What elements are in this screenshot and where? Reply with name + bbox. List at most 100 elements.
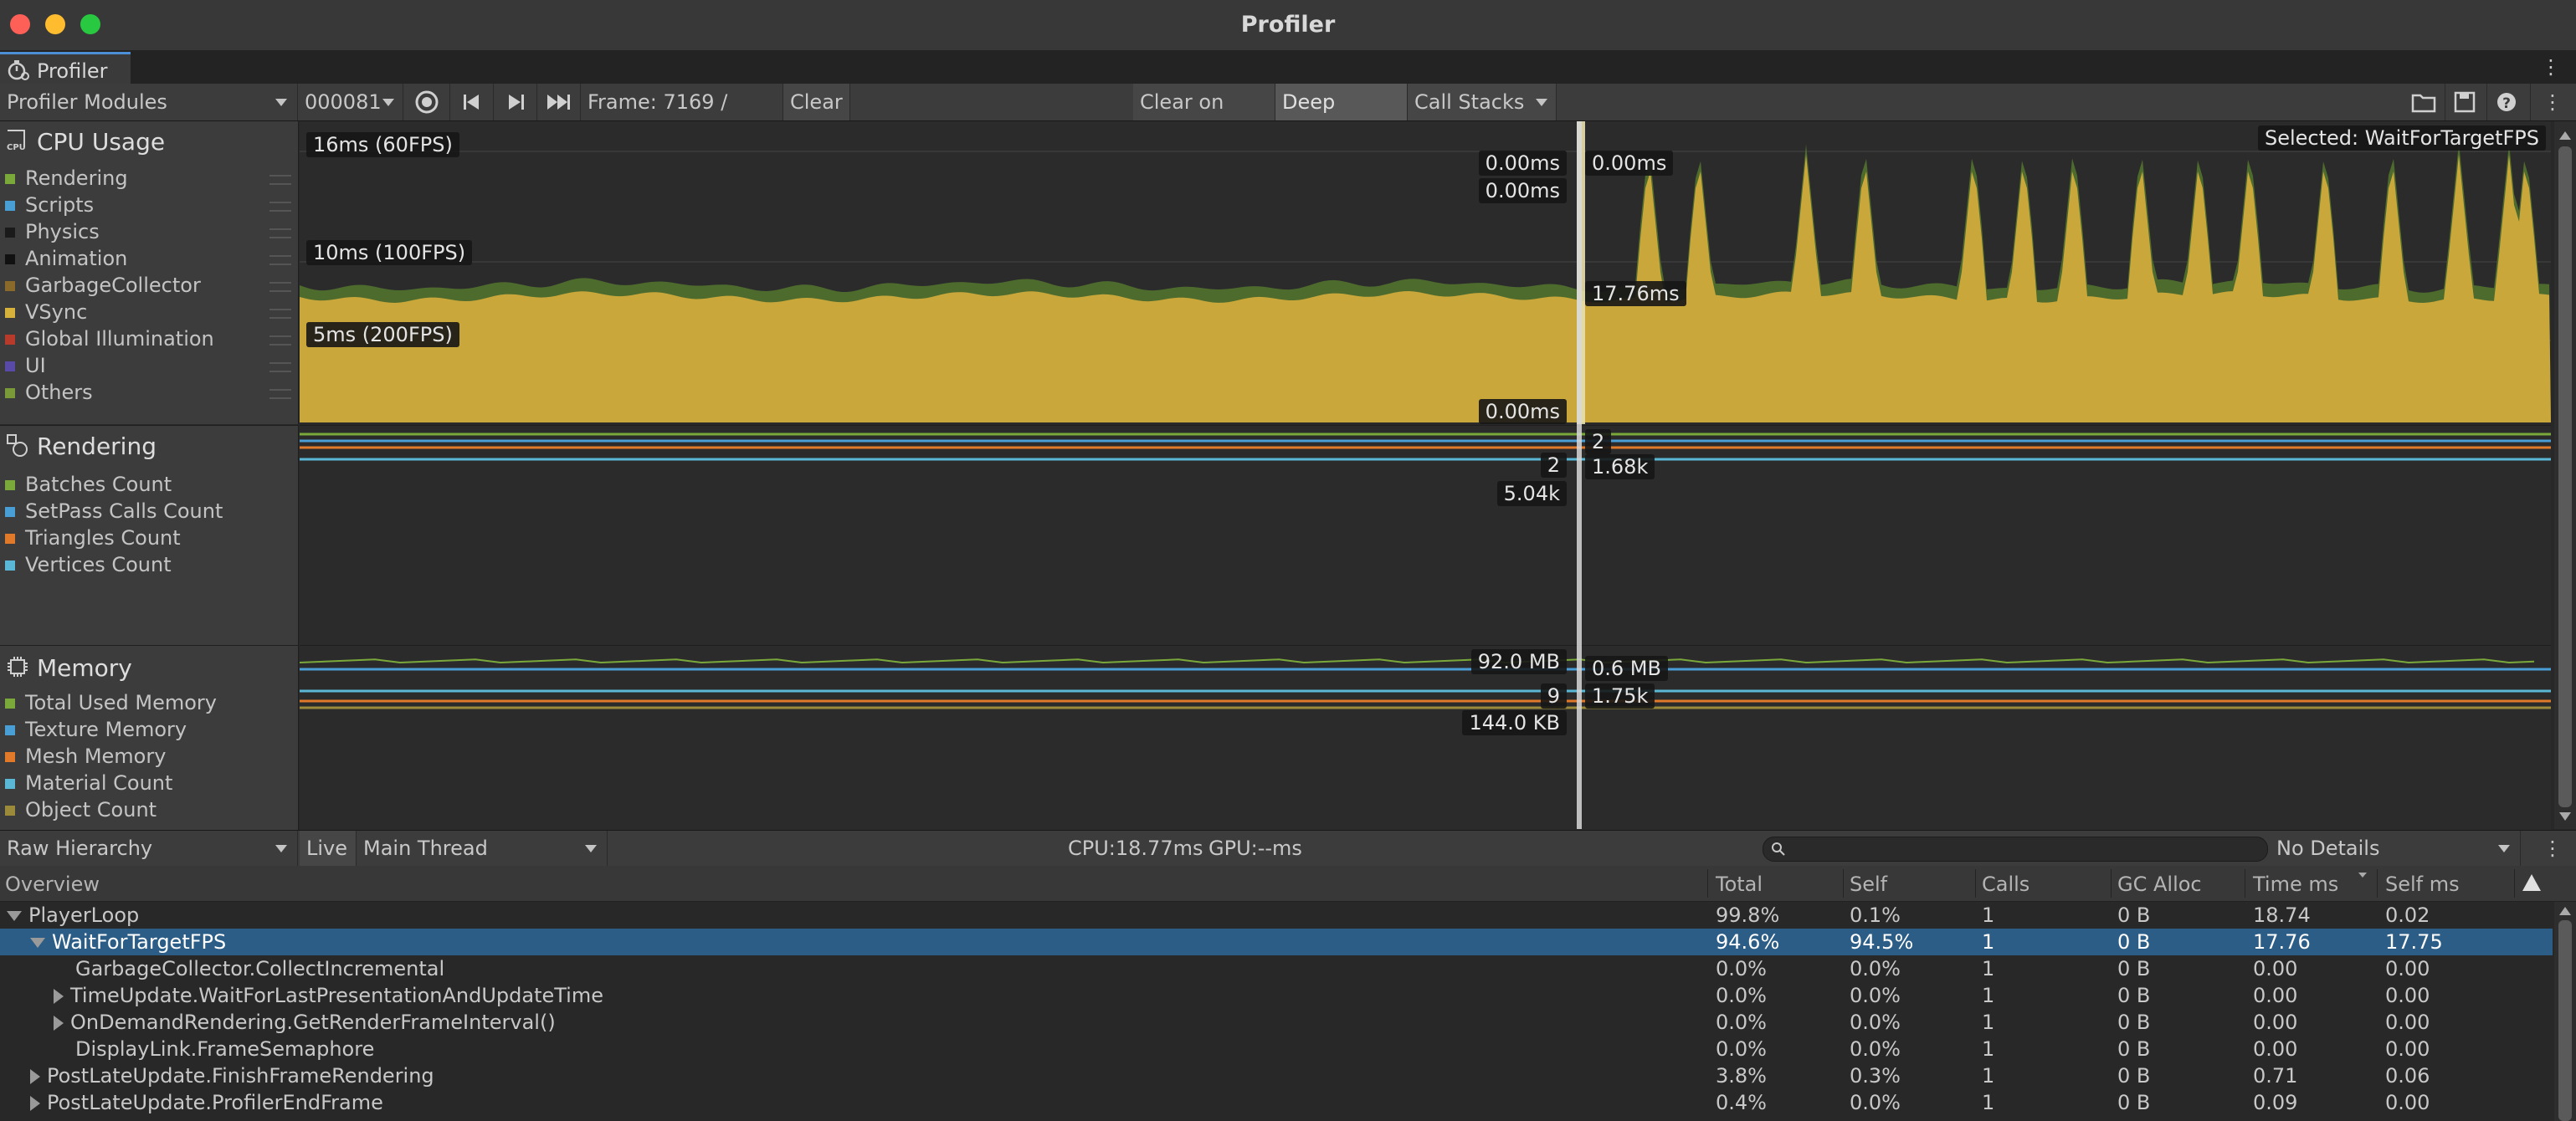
record-button[interactable] [403, 84, 450, 120]
next-frame-button[interactable] [494, 84, 537, 120]
table-row[interactable]: DisplayLink.FrameSemaphore 0.0% 0.0% 1 0 B 0.… [0, 1036, 2553, 1062]
legend-item[interactable]: Material Count [5, 771, 172, 795]
player-dropdown[interactable]: 000081 [298, 84, 403, 120]
table-row[interactable]: WaitForTargetFPS 94.6% 94.5% 1 0 B 17.76 17.75 [0, 929, 2553, 955]
search-input[interactable] [1763, 837, 2268, 862]
load-button[interactable] [2404, 84, 2445, 120]
more-options-icon[interactable]: ⋮ [2536, 84, 2573, 120]
cpu-module-panel[interactable]: CPU CPU Usage Rendering Scripts Physics Ani… [0, 121, 299, 424]
table-row[interactable]: PlayerLoop 99.8% 0.1% 1 0 B 18.74 0.02 [0, 902, 2553, 929]
drag-handle-icon[interactable] [269, 335, 291, 346]
drag-handle-icon[interactable] [269, 255, 291, 265]
legend-item[interactable]: Physics [5, 220, 100, 243]
rendering-chart[interactable]: 2 5.04k 2 1.68k [300, 425, 2551, 645]
legend-item[interactable]: UI [5, 354, 46, 377]
legend-label: GarbageCollector [25, 274, 201, 297]
profiler-modules-dropdown[interactable]: Profiler Modules [0, 84, 298, 120]
drag-handle-icon[interactable] [269, 362, 291, 372]
legend-item[interactable]: VSync [5, 300, 87, 324]
legend-label: Batches Count [25, 473, 172, 496]
table-row[interactable]: PostLateUpdate.FinishFrameRendering 3.8% 0… [0, 1062, 2553, 1089]
legend-item[interactable]: Rendering [5, 166, 128, 190]
thread-dropdown[interactable]: Main Thread [357, 831, 608, 866]
clear-on-play-toggle[interactable]: Clear on Play [1133, 84, 1275, 151]
column-header-self-ms[interactable]: Self ms [2385, 873, 2460, 896]
drag-handle-icon[interactable] [269, 282, 291, 292]
legend-item[interactable]: Triangles Count [5, 526, 181, 550]
column-header-calls[interactable]: Calls [1982, 873, 2029, 896]
charts-scrollbar[interactable] [2554, 121, 2576, 829]
column-header-self[interactable]: Self [1850, 873, 1887, 896]
drag-handle-icon[interactable] [269, 175, 291, 185]
drag-handle-icon[interactable] [269, 228, 291, 238]
clear-button[interactable]: Clear [783, 84, 850, 120]
window-menu-icon[interactable]: ⋮ [2541, 55, 2561, 79]
legend-item[interactable]: Animation [5, 247, 127, 270]
live-toggle[interactable]: Live [300, 831, 357, 866]
drag-handle-icon[interactable] [269, 389, 291, 399]
cpu-time-readout: CPU:18.77ms [1068, 837, 1203, 860]
expand-arrow-down-icon[interactable] [30, 938, 45, 948]
legend-item[interactable]: Total Used Memory [5, 691, 217, 714]
expand-arrow-right-icon[interactable] [54, 989, 64, 1004]
warning-column-icon[interactable] [2522, 874, 2541, 891]
table-row[interactable]: GarbageCollector.CollectIncremental 0.0% 0… [0, 955, 2553, 982]
expand-arrow-right-icon[interactable] [30, 1096, 40, 1111]
table-row[interactable]: OnDemandRendering.GetRenderFrameInterval… [0, 1009, 2553, 1036]
table-row[interactable]: TimeUpdate.WaitForLastPresentationAndUpd… [0, 982, 2553, 1009]
save-button[interactable] [2445, 84, 2487, 120]
last-frame-button[interactable] [537, 84, 581, 120]
column-header-total[interactable]: Total [1716, 873, 1763, 896]
deep-profile-toggle[interactable]: Deep Profile [1275, 84, 1408, 151]
call-stacks-dropdown[interactable]: Call Stacks [1408, 84, 1557, 120]
memory-module-panel[interactable]: Memory Total Used Memory Texture Memory Me… [0, 645, 299, 830]
legend-item[interactable]: SetPass Calls Count [5, 499, 223, 523]
cpu-cursor-value: 0.00ms [1478, 399, 1567, 424]
hierarchy-options-icon[interactable]: ⋮ [2536, 831, 2573, 866]
legend-label: Triangles Count [25, 526, 181, 550]
legend-item[interactable]: Mesh Memory [5, 745, 166, 768]
row-gc-cell: 0 B [2117, 1037, 2151, 1061]
column-header-overview[interactable]: Overview [5, 873, 100, 896]
drag-handle-icon[interactable] [269, 202, 291, 212]
chevron-down-icon [275, 99, 287, 106]
column-header-gc-alloc[interactable]: GC Alloc [2117, 873, 2202, 896]
memory-cursor-value: 0.6 MB [1585, 656, 1668, 681]
rendering-module-panel[interactable]: Rendering Batches Count SetPass Calls Cou… [0, 425, 299, 645]
frame-cursor[interactable] [1577, 121, 1582, 829]
legend-item[interactable]: GarbageCollector [5, 274, 201, 297]
drag-handle-icon[interactable] [269, 309, 291, 319]
row-name: TimeUpdate.WaitForLastPresentationAndUpd… [70, 984, 603, 1007]
legend-item[interactable]: Object Count [5, 798, 157, 822]
row-calls-cell: 1 [1982, 984, 1995, 1007]
row-name: DisplayLink.FrameSemaphore [75, 1037, 375, 1061]
legend-item[interactable]: Global Illumination [5, 327, 214, 351]
legend-item[interactable]: Scripts [5, 193, 94, 217]
row-time-cell: 0.00 [2253, 1011, 2298, 1034]
expand-arrow-right-icon[interactable] [30, 1069, 40, 1084]
legend-item[interactable]: Vertices Count [5, 553, 172, 576]
table-scroll-thumb[interactable] [2558, 920, 2572, 1121]
table-row[interactable]: PostLateUpdate.ProfilerEndFrame 0.4% 0.0% 1… [0, 1089, 2553, 1116]
table-scrollbar[interactable] [2554, 902, 2576, 1121]
charts-scroll-thumb[interactable] [2558, 146, 2572, 807]
cpu-cursor-value: 0.00ms [1585, 151, 1674, 176]
legend-item[interactable]: Batches Count [5, 473, 172, 496]
memory-chip-icon [8, 657, 28, 677]
row-calls-cell: 1 [1982, 930, 1995, 954]
memory-chart[interactable]: 92.0 MB 9 144.0 KB 0.6 MB 1.75k [300, 645, 2551, 830]
cpu-usage-chart[interactable]: 16ms (60FPS) 10ms (100FPS) 5ms (200FPS) … [300, 121, 2551, 424]
help-button[interactable]: ? [2487, 84, 2531, 120]
tab-profiler[interactable]: Profiler [0, 52, 131, 84]
first-frame-button[interactable] [450, 84, 494, 120]
view-mode-dropdown[interactable]: Raw Hierarchy [0, 831, 298, 866]
expand-arrow-down-icon[interactable] [7, 911, 22, 921]
expand-arrow-right-icon[interactable] [54, 1016, 64, 1031]
column-header-time-ms[interactable]: Time ms [2253, 873, 2338, 896]
rendering-cursor-value: 2 [1585, 429, 1612, 454]
legend-item[interactable]: Others [5, 381, 93, 404]
legend-label: Mesh Memory [25, 745, 167, 768]
legend-item[interactable]: Texture Memory [5, 718, 187, 741]
help-icon: ? [2497, 93, 2516, 112]
details-dropdown[interactable]: No Details [2270, 831, 2521, 866]
